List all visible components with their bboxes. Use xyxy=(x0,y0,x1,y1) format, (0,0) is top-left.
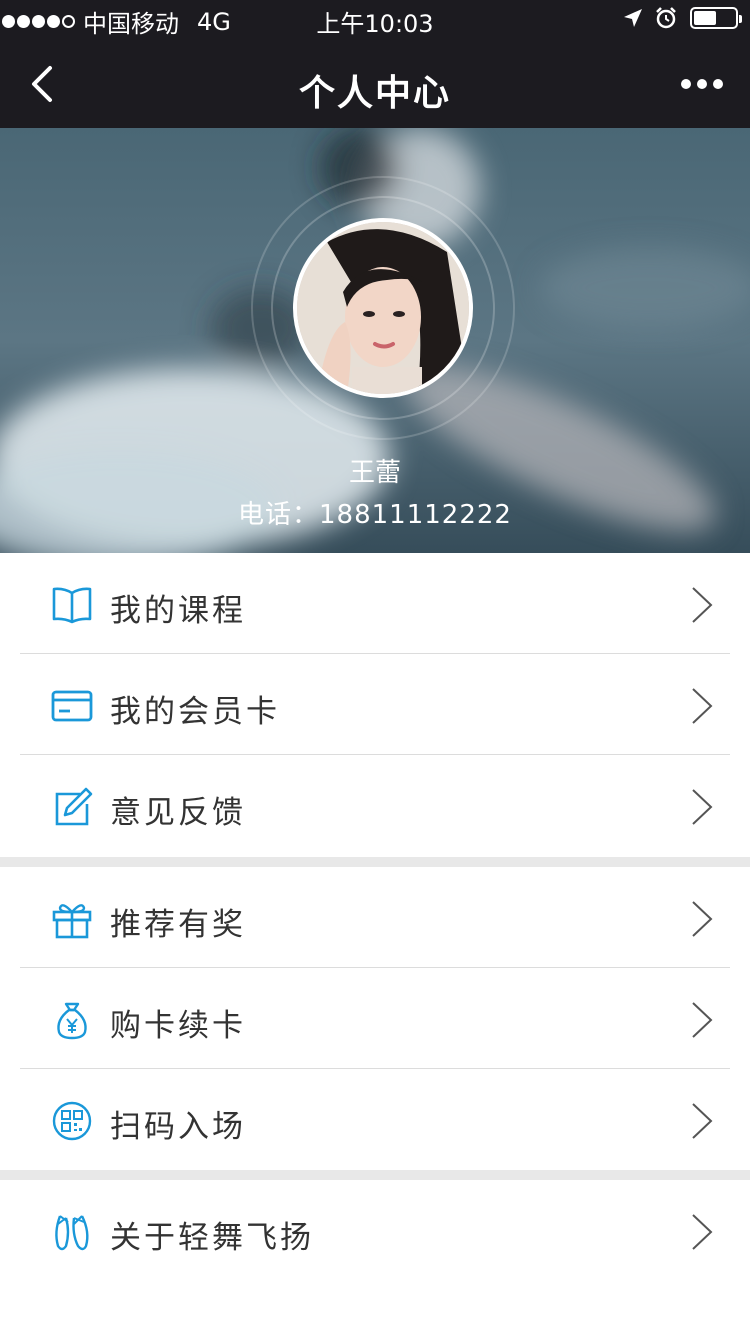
menu-item-label: 意见反馈 xyxy=(110,795,246,831)
edit-icon xyxy=(55,787,93,826)
qr-code-icon xyxy=(52,1101,92,1141)
menu-item-about[interactable]: 关于轻舞飞扬 xyxy=(0,1180,750,1282)
menu-item-label: 我的课程 xyxy=(110,593,246,629)
section-separator xyxy=(0,857,750,867)
more-options-icon[interactable] xyxy=(678,70,726,98)
chevron-right-icon xyxy=(692,688,713,724)
menu-item-label: 推荐有奖 xyxy=(110,907,246,943)
user-name: 王蕾 xyxy=(348,458,401,488)
gift-icon xyxy=(52,904,92,939)
chevron-right-icon xyxy=(692,587,713,623)
menu-group-services: 推荐有奖 购卡续卡 扫码入场 xyxy=(0,867,750,1170)
location-arrow-icon xyxy=(624,9,642,27)
menu-group-about: 关于轻舞飞扬 xyxy=(0,1180,750,1282)
menu-item-my-courses[interactable]: 我的课程 xyxy=(0,553,750,654)
section-separator xyxy=(0,1170,750,1180)
profile-banner: 王蕾 电话：18811112222 xyxy=(0,128,750,553)
chevron-right-icon xyxy=(692,901,713,937)
alarm-clock-icon xyxy=(656,7,676,29)
battery-icon xyxy=(690,7,742,29)
card-icon xyxy=(51,690,93,722)
chevron-right-icon xyxy=(692,789,713,825)
menu-group-account: 我的课程 我的会员卡 意见反馈 xyxy=(0,553,750,856)
menu-item-buy-renew-card[interactable]: 购卡续卡 xyxy=(0,968,750,1069)
navigation-bar: 个人中心 xyxy=(0,40,750,128)
menu-item-label: 关于轻舞飞扬 xyxy=(110,1220,314,1256)
money-bag-icon xyxy=(57,1002,87,1040)
chevron-right-icon xyxy=(692,1103,713,1139)
avatar-photo xyxy=(297,222,469,394)
book-icon xyxy=(52,587,92,624)
menu-item-label: 扫码入场 xyxy=(110,1109,246,1145)
battery-level xyxy=(694,11,716,25)
menu-item-label: 我的会员卡 xyxy=(110,694,280,730)
avatar-container xyxy=(251,176,515,440)
user-phone: 电话：18811112222 xyxy=(238,500,512,530)
chevron-right-icon xyxy=(692,1214,713,1250)
ballet-shoes-icon xyxy=(55,1215,89,1251)
page-title: 个人中心 xyxy=(298,73,451,114)
menu-item-scan-to-enter[interactable]: 扫码入场 xyxy=(0,1069,750,1170)
menu-item-label: 购卡续卡 xyxy=(110,1008,246,1044)
menu-item-feedback[interactable]: 意见反馈 xyxy=(0,755,750,856)
menu-item-my-membership-card[interactable]: 我的会员卡 xyxy=(0,654,750,755)
menu-item-referral-rewards[interactable]: 推荐有奖 xyxy=(0,867,750,968)
chevron-right-icon xyxy=(692,1002,713,1038)
avatar[interactable] xyxy=(293,218,473,398)
status-bar: 中国移动 4G 上午10:03 xyxy=(0,0,750,40)
